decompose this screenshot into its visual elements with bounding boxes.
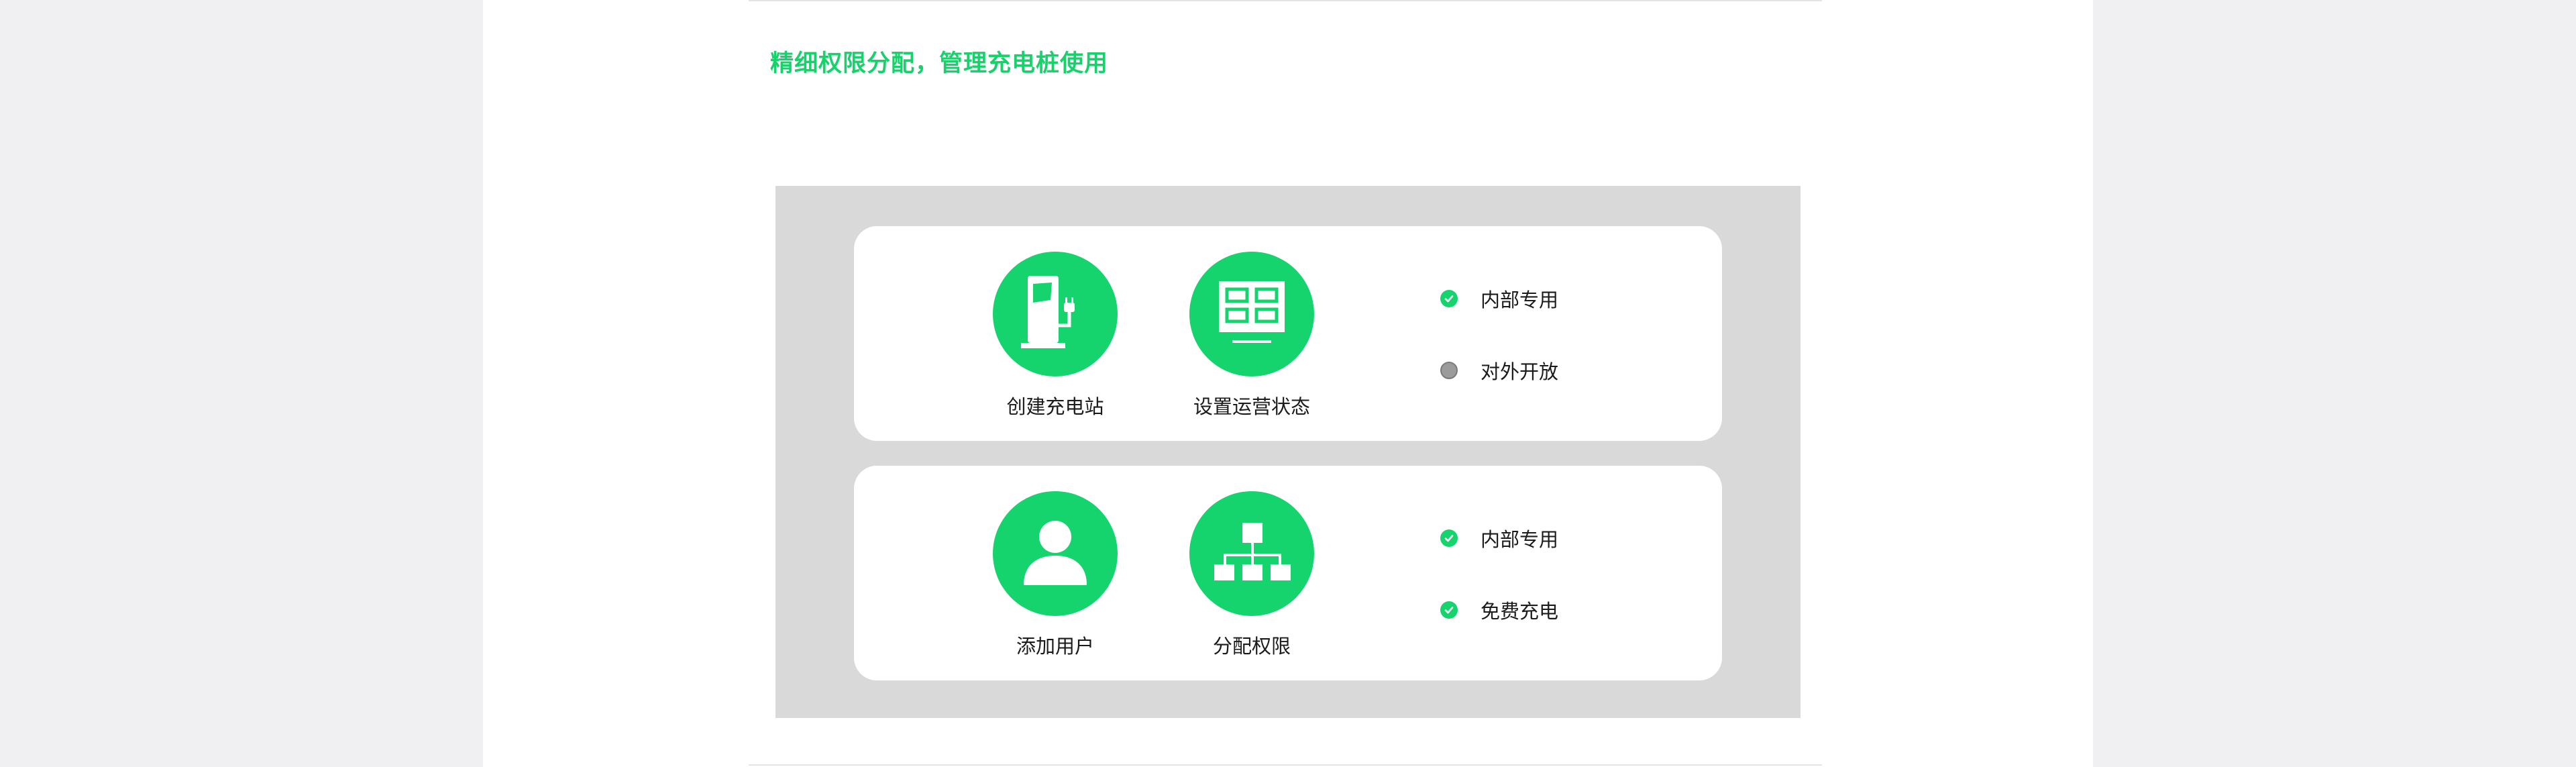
user-icon	[993, 491, 1118, 616]
assign-permission-feature[interactable]: 分配权限	[1151, 491, 1352, 659]
add-user-label: 添加用户	[1016, 635, 1094, 658]
set-status-feature[interactable]: 设置运营状态	[1151, 252, 1352, 419]
option-label: 内部专用	[1481, 289, 1559, 311]
create-station-label: 创建充电站	[1006, 395, 1104, 418]
option-internal-use[interactable]: 内部专用	[1440, 525, 1558, 552]
status-panel-icon	[1189, 252, 1314, 376]
option-label: 内部专用	[1481, 528, 1559, 551]
page-headline: 精细权限分配，管理充电桩使用	[770, 50, 1109, 77]
check-icon	[1440, 601, 1458, 619]
org-chart-icon	[1189, 491, 1314, 616]
bottom-divider	[749, 764, 1822, 766]
top-divider	[749, 0, 1822, 1]
charging-station-card: 创建充电站 设置运营状态 内部专用 对外开放	[854, 226, 1722, 441]
user-permission-card: 添加用户 分配权限 内部专用 免费充电	[854, 466, 1722, 680]
feature-panel: 创建充电站 设置运营状态 内部专用 对外开放 添加用户 分配权限 内部专用 免费…	[775, 186, 1801, 718]
option-open-public[interactable]: 对外开放	[1440, 357, 1558, 384]
check-icon	[1440, 529, 1458, 547]
option-free-charging[interactable]: 免费充电	[1440, 597, 1558, 623]
assign-permission-label: 分配权限	[1212, 635, 1291, 658]
option-label: 对外开放	[1481, 360, 1559, 383]
add-user-feature[interactable]: 添加用户	[955, 491, 1156, 659]
option-label: 免费充电	[1481, 600, 1559, 623]
set-status-label: 设置运营状态	[1193, 395, 1310, 418]
option-internal-use[interactable]: 内部专用	[1440, 285, 1558, 312]
unchecked-radio-icon	[1440, 362, 1458, 379]
create-station-feature[interactable]: 创建充电站	[955, 252, 1156, 419]
charging-station-icon	[993, 252, 1118, 376]
check-icon	[1440, 290, 1458, 307]
